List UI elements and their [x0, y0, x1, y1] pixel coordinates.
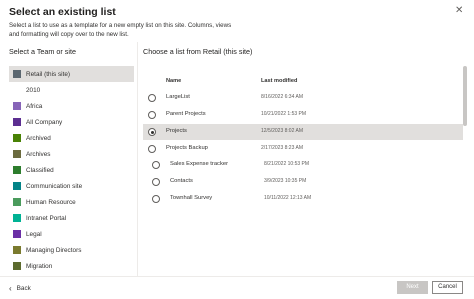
list-name: Sales Expense tracker: [170, 161, 228, 167]
site-logo-icon: [13, 182, 21, 190]
dialog-title: Select an existing list: [9, 6, 116, 18]
list-name: LargeList: [166, 94, 190, 100]
site-item-label: Classified: [26, 166, 54, 174]
radio-button[interactable]: [148, 145, 156, 153]
site-logo-icon: [13, 70, 21, 78]
list-modified: 8/16/2022 6:34 AM: [261, 94, 303, 100]
list-name: Townhall Survey: [170, 195, 213, 201]
arrow-left-icon: ‹: [9, 284, 12, 293]
site-logo-icon: [13, 214, 21, 222]
list-modified: 10/21/2022 1:53 PM: [261, 111, 307, 117]
list-modified: 8/21/2022 10:53 PM: [264, 161, 310, 167]
scrollbar[interactable]: [463, 66, 467, 126]
site-item-label: Communication site: [26, 182, 83, 190]
radio-button[interactable]: [148, 128, 156, 136]
back-label: Back: [16, 285, 31, 292]
site-item[interactable]: Intranet Portal: [9, 210, 134, 226]
list-modified: 12/5/2023 8:02 AM: [261, 128, 303, 134]
site-logo-icon: [13, 150, 21, 158]
cancel-button[interactable]: Cancel: [432, 281, 463, 294]
radio-button[interactable]: [148, 94, 156, 102]
site-logo-icon: [13, 86, 21, 94]
site-item[interactable]: Africa: [9, 98, 134, 114]
close-icon[interactable]: ✕: [455, 5, 463, 16]
site-item[interactable]: Human Resource: [9, 194, 134, 210]
column-header-name: Name: [166, 78, 182, 84]
next-button[interactable]: Next: [397, 281, 428, 294]
site-logo-icon: [13, 118, 21, 126]
site-item-label: Archives: [26, 150, 51, 158]
site-item-label: Intranet Portal: [26, 214, 67, 222]
site-item[interactable]: Managing Directors: [9, 242, 134, 258]
list-modified: 10/11/2022 12:13 AM: [264, 195, 312, 201]
site-logo-icon: [13, 262, 21, 270]
radio-button[interactable]: [152, 195, 160, 203]
radio-button[interactable]: [152, 178, 160, 186]
list-name: Projects Backup: [166, 145, 208, 151]
site-item[interactable]: Migration: [9, 258, 134, 274]
site-list: Retail (this site) 2010 Africa All Company A…: [9, 66, 134, 276]
site-logo-icon: [13, 198, 21, 206]
site-item-label: Legal: [26, 230, 42, 238]
site-item-label: Migration: [26, 262, 53, 270]
list-row[interactable]: Projects 12/5/2023 8:02 AM: [143, 124, 463, 140]
site-item[interactable]: Communication site: [9, 178, 134, 194]
site-item-label: 2010: [26, 86, 41, 94]
list-name: Parent Projects: [166, 111, 206, 117]
site-item[interactable]: Classified: [9, 162, 134, 178]
site-logo-icon: [13, 134, 21, 142]
radio-button[interactable]: [152, 161, 160, 169]
dialog-description: Select a list to use as a template for a…: [9, 22, 232, 38]
pane-divider: [137, 42, 138, 276]
back-button[interactable]: ‹ Back: [9, 284, 31, 293]
lists-heading: Choose a list from Retail (this site): [143, 47, 253, 56]
list-modified: 2/17/2023 8:23 AM: [261, 145, 303, 151]
site-item[interactable]: Archived: [9, 130, 134, 146]
sites-heading: Select a Team or site: [9, 47, 76, 56]
site-item-label: Archived: [26, 134, 51, 142]
site-logo-icon: [13, 102, 21, 110]
site-item-label: Managing Directors: [26, 246, 82, 254]
footer-divider: [0, 276, 474, 277]
list-row[interactable]: Contacts 3/9/2023 10:35 PM: [143, 174, 463, 190]
list-row[interactable]: Townhall Survey 10/11/2022 12:13 AM: [143, 191, 463, 207]
site-item[interactable]: Archives: [9, 146, 134, 162]
site-logo-icon: [13, 230, 21, 238]
site-item-label: Africa: [26, 102, 43, 110]
list-name: Contacts: [170, 178, 193, 184]
site-item-label: Human Resource: [26, 198, 76, 206]
site-logo-icon: [13, 166, 21, 174]
list-row[interactable]: Sales Expense tracker 8/21/2022 10:53 PM: [143, 157, 463, 173]
radio-button[interactable]: [148, 111, 156, 119]
site-item-label: All Company: [26, 118, 63, 126]
site-item[interactable]: All Company: [9, 114, 134, 130]
site-logo-icon: [13, 246, 21, 254]
list-row[interactable]: Parent Projects 10/21/2022 1:53 PM: [143, 107, 463, 123]
column-header-modified: Last modified: [261, 78, 298, 84]
list-name: Projects: [166, 128, 187, 134]
site-item-label: Retail (this site): [26, 70, 71, 78]
site-item[interactable]: Legal: [9, 226, 134, 242]
list-row[interactable]: LargeList 8/16/2022 6:34 AM: [143, 90, 463, 106]
list-row[interactable]: Projects Backup 2/17/2023 8:23 AM: [143, 141, 463, 157]
site-item[interactable]: 2010: [9, 82, 134, 98]
site-item[interactable]: Retail (this site): [9, 66, 134, 82]
list-modified: 3/9/2023 10:35 PM: [264, 178, 307, 184]
